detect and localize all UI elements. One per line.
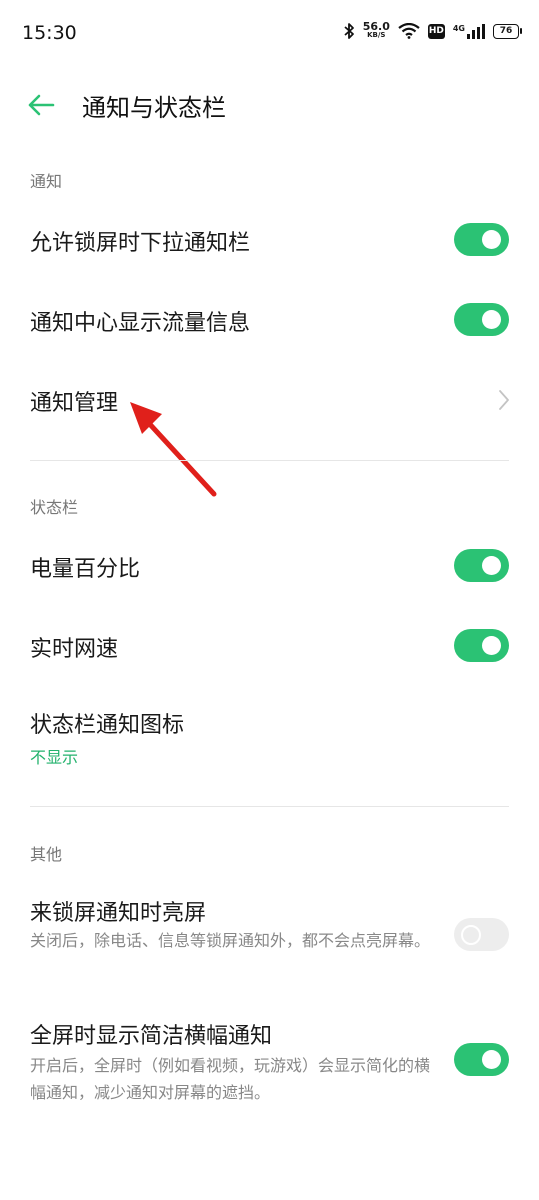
app-header: 通知与状态栏 [0, 78, 539, 132]
row-statusbar-notify-icon[interactable]: 状态栏通知图标 不显示 [0, 696, 539, 780]
section-label-other: 其他 [30, 845, 63, 864]
divider [30, 806, 509, 807]
section-label-statusbar: 状态栏 [30, 498, 79, 517]
notification-statusbar-settings-page: 15:30 56.0 KB/S HD 4G 76 通知与状态栏 通知 允许锁屏时… [0, 0, 539, 1200]
status-time: 15:30 [22, 22, 77, 44]
lockscreen-pull-toggle[interactable] [454, 223, 509, 256]
simple-banner-toggle[interactable] [454, 1043, 509, 1076]
row-simple-banner[interactable]: 全屏时显示简洁横幅通知 开启后，全屏时（例如看视频，玩游戏）会显示简化的横幅通知… [0, 1005, 539, 1110]
chevron-right-icon [499, 390, 509, 410]
row-value: 不显示 [30, 748, 79, 767]
wifi-icon [398, 23, 420, 39]
row-description: 关闭后，除电话、信息等锁屏通知外，都不会点亮屏幕。 [30, 931, 431, 950]
battery-icon: 76 [493, 23, 522, 39]
page-title: 通知与状态栏 [82, 94, 226, 122]
back-arrow-icon[interactable] [26, 90, 56, 120]
row-title: 允许锁屏时下拉通知栏 [30, 231, 251, 256]
net-speed-toggle[interactable] [454, 629, 509, 662]
row-title: 实时网速 [30, 637, 119, 662]
speed-value: 56.0 [362, 20, 390, 33]
battery-percentage-toggle[interactable] [454, 549, 509, 582]
cellular-signal: 4G [452, 23, 485, 39]
divider [30, 460, 509, 461]
status-bar: 15:30 56.0 KB/S HD 4G 76 [0, 0, 539, 68]
hd-badge: HD [427, 23, 445, 39]
network-speed: 56.0 KB/S [362, 20, 390, 39]
row-title: 通知中心显示流量信息 [30, 311, 251, 336]
row-notification-manage[interactable]: 通知管理 [0, 370, 539, 430]
row-traffic-info[interactable]: 通知中心显示流量信息 [0, 290, 539, 350]
traffic-info-toggle[interactable] [454, 303, 509, 336]
row-battery-percentage[interactable]: 电量百分比 [0, 536, 539, 596]
signal-bars-icon [467, 23, 485, 39]
row-description: 开启后，全屏时（例如看视频，玩游戏）会显示简化的横幅通知，减少通知对屏幕的遮挡。 [30, 1056, 431, 1102]
section-label-notify: 通知 [30, 172, 63, 191]
row-title: 电量百分比 [30, 557, 141, 582]
row-title: 全屏时显示简洁横幅通知 [30, 1024, 273, 1049]
row-title: 通知管理 [30, 391, 119, 416]
row-net-speed[interactable]: 实时网速 [0, 616, 539, 676]
row-title: 来锁屏通知时亮屏 [30, 901, 207, 926]
row-title: 状态栏通知图标 [30, 713, 185, 738]
status-icons: 56.0 KB/S HD 4G 76 [343, 20, 522, 40]
speed-unit: KB/S [367, 31, 386, 39]
network-type: 4G [452, 23, 465, 33]
row-lockscreen-pull[interactable]: 允许锁屏时下拉通知栏 [0, 210, 539, 270]
wake-screen-toggle[interactable] [454, 918, 509, 951]
bluetooth-icon [344, 23, 354, 39]
row-wake-screen[interactable]: 来锁屏通知时亮屏 关闭后，除电话、信息等锁屏通知外，都不会点亮屏幕。 [0, 880, 539, 985]
